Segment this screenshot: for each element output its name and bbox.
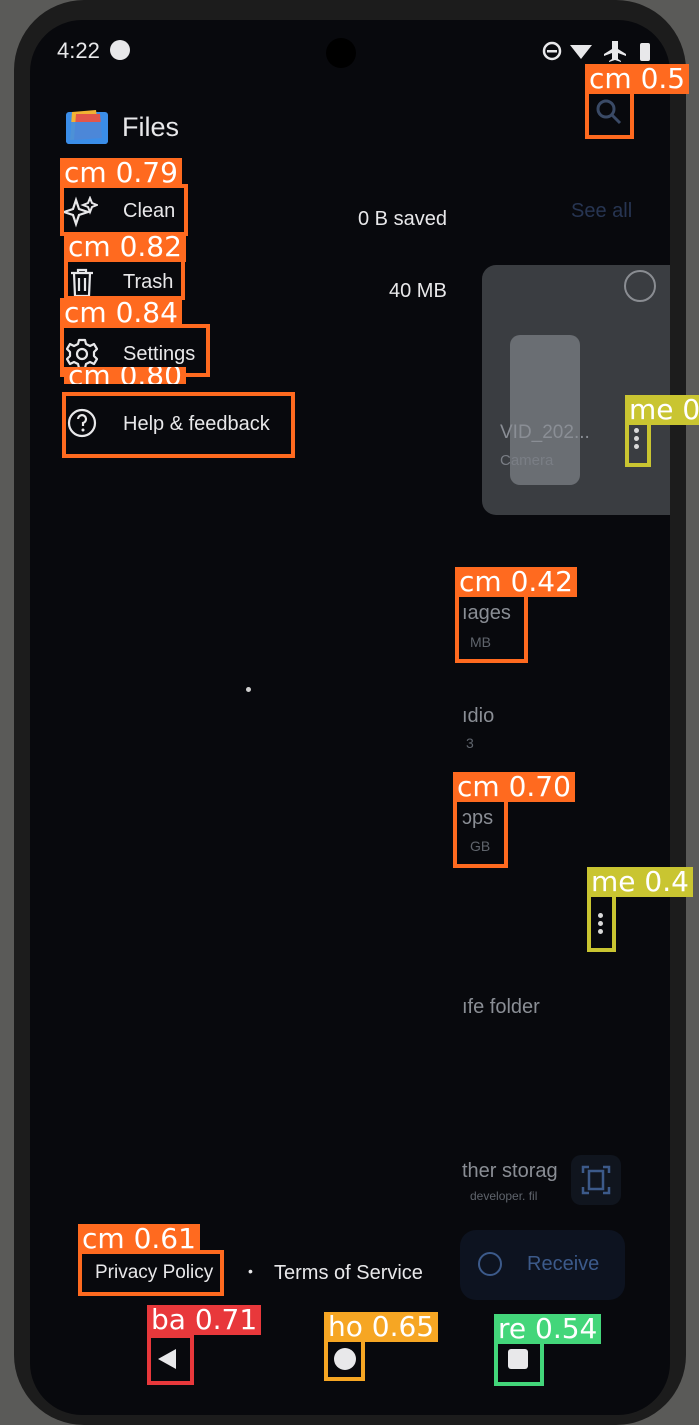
detection-label-trash: cm 0.82 bbox=[64, 232, 186, 262]
files-logo-icon bbox=[66, 110, 108, 144]
detection-label-search: cm 0.5 bbox=[585, 64, 690, 94]
media-indicator-icon bbox=[110, 40, 130, 60]
detection-label-home: ho 0.65 bbox=[324, 1312, 439, 1342]
detection-box-trash bbox=[64, 258, 185, 300]
terms-of-service-link[interactable]: Terms of Service bbox=[274, 1262, 423, 1285]
files-logo-svg bbox=[66, 110, 108, 144]
detection-box-back bbox=[147, 1334, 194, 1385]
status-icons bbox=[542, 39, 656, 63]
detection-box-images bbox=[455, 593, 528, 663]
detection-label-menu-mid: me 0.4 bbox=[587, 867, 693, 897]
detection-box-menu-mid bbox=[587, 893, 616, 952]
detection-label-privacy: cm 0.61 bbox=[78, 1224, 200, 1254]
video-thumbnail bbox=[482, 265, 670, 515]
detection-box-apps bbox=[453, 798, 508, 868]
audio-size: 3 bbox=[466, 735, 474, 751]
scan-icon-svg bbox=[581, 1165, 611, 1195]
detection-box-clean bbox=[60, 184, 188, 236]
detection-label-settings: cm 0.84 bbox=[60, 298, 182, 328]
see-all-link[interactable]: See all bbox=[571, 200, 632, 223]
trash-size: 40 MB bbox=[389, 280, 447, 302]
audio-label: ıdio bbox=[462, 705, 495, 727]
status-icons-svg bbox=[542, 41, 650, 62]
detection-box-help bbox=[62, 392, 295, 458]
scan-icon bbox=[571, 1155, 621, 1205]
video-name: VID_202... bbox=[500, 422, 590, 443]
detection-box-menu-top bbox=[625, 420, 651, 467]
play-icon bbox=[624, 270, 656, 302]
detection-box-search bbox=[585, 90, 634, 139]
detection-label-menu-top: me 0 bbox=[625, 395, 699, 425]
detection-label-back: ba 0.71 bbox=[147, 1305, 262, 1335]
video-source: Camera bbox=[500, 452, 554, 469]
receive-label: Receive bbox=[527, 1253, 600, 1275]
detection-label-apps: cm 0.70 bbox=[453, 772, 575, 802]
other-storage-sub: developer. fil bbox=[470, 1189, 538, 1203]
detection-label-recents: re 0.54 bbox=[494, 1314, 602, 1344]
touch-dot bbox=[246, 687, 251, 692]
detection-box-recents bbox=[494, 1340, 544, 1386]
app-title: Files bbox=[122, 112, 180, 142]
other-storage-label: ther storag bbox=[462, 1160, 558, 1182]
footer-separator: • bbox=[248, 1263, 253, 1279]
detection-label-images: cm 0.42 bbox=[455, 567, 577, 597]
receive-icon bbox=[478, 1252, 502, 1276]
safe-folder-label: ıfe folder bbox=[462, 996, 540, 1018]
detection-box-home bbox=[324, 1338, 365, 1381]
receive-button[interactable]: Receive bbox=[460, 1230, 625, 1300]
detection-label-help: cm 0.80 bbox=[64, 367, 186, 384]
status-time: 4:22 bbox=[57, 38, 100, 63]
saved-amount: 0 B saved bbox=[358, 208, 447, 230]
camera-cutout bbox=[326, 38, 356, 68]
detection-label-clean: cm 0.79 bbox=[60, 158, 182, 188]
detection-box-privacy bbox=[78, 1250, 224, 1296]
